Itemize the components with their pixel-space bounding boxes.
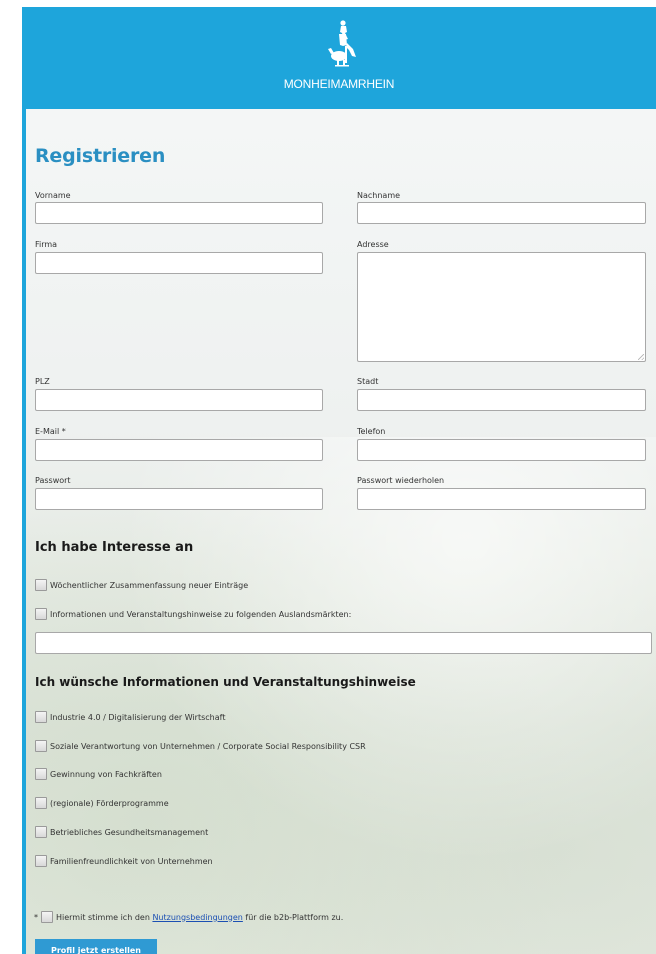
info-option-4[interactable]: Betriebliches Gesundheitsmanagement bbox=[35, 825, 208, 839]
plz-label: PLZ bbox=[35, 377, 50, 386]
stadt-label: Stadt bbox=[357, 377, 379, 386]
interest-option-0[interactable]: Wöchentlicher Zusammenfassung neuer Eint… bbox=[35, 578, 248, 592]
info-option-5[interactable]: Familienfreundlichkeit von Unternehmen bbox=[35, 854, 213, 868]
info-option-3[interactable]: (regionale) Förderprogramme bbox=[35, 796, 169, 810]
firma-field[interactable] bbox=[35, 252, 323, 274]
page-frame: MONHEIMAMRHEIN Registrieren Vorname Nach… bbox=[22, 7, 656, 954]
terms-link[interactable]: Nutzungsbedingungen bbox=[152, 913, 242, 922]
interests-heading: Ich habe Interesse an bbox=[35, 540, 194, 555]
interest-option-1[interactable]: Informationen und Veranstaltungshinweise… bbox=[35, 607, 351, 621]
checkbox[interactable] bbox=[35, 826, 47, 838]
checkbox[interactable] bbox=[35, 579, 47, 591]
plz-field[interactable] bbox=[35, 389, 323, 411]
email-label: E-Mail * bbox=[35, 427, 66, 436]
checkbox[interactable] bbox=[35, 711, 47, 723]
nachname-field[interactable] bbox=[357, 202, 646, 224]
telefon-field[interactable] bbox=[357, 439, 646, 461]
background-scenery bbox=[22, 437, 656, 954]
firma-label: Firma bbox=[35, 240, 58, 249]
vorname-field[interactable] bbox=[35, 202, 323, 224]
checkbox-label: Gewinnung von Fachkräften bbox=[50, 769, 162, 779]
stadt-field[interactable] bbox=[357, 389, 646, 411]
info-option-1[interactable]: Soziale Verantwortung von Unternehmen / … bbox=[35, 739, 366, 753]
checkbox[interactable] bbox=[35, 768, 47, 780]
info-heading: Ich wünsche Informationen und Veranstalt… bbox=[35, 675, 416, 689]
passwort-label: Passwort bbox=[35, 476, 71, 485]
checkbox-label: Betriebliches Gesundheitsmanagement bbox=[50, 827, 209, 837]
page-title: Registrieren bbox=[35, 145, 166, 167]
adresse-label: Adresse bbox=[357, 240, 389, 249]
telefon-label: Telefon bbox=[357, 427, 386, 436]
terms-text-after: für die b2b-Plattform zu. bbox=[245, 912, 344, 922]
passwort-field[interactable] bbox=[35, 488, 323, 510]
submit-button[interactable]: Profil jetzt erstellen bbox=[35, 939, 157, 954]
checkbox-label: Wöchentlicher Zusammenfassung neuer Eint… bbox=[50, 580, 249, 590]
checkbox-label: Soziale Verantwortung von Unternehmen / … bbox=[50, 741, 366, 751]
checkbox[interactable] bbox=[35, 855, 47, 867]
info-option-2[interactable]: Gewinnung von Fachkräften bbox=[35, 767, 162, 781]
adresse-wrapper bbox=[357, 252, 646, 362]
vorname-label: Vorname bbox=[35, 191, 71, 200]
info-option-0[interactable]: Industrie 4.0 / Digitalisierung der Wirt… bbox=[35, 710, 225, 724]
email-field[interactable] bbox=[35, 439, 323, 461]
checkbox-label: (regionale) Förderprogramme bbox=[50, 798, 169, 808]
passwort-wiederholen-field[interactable] bbox=[357, 488, 646, 510]
checkbox[interactable] bbox=[35, 740, 47, 752]
checkbox-label: Familienfreundlichkeit von Unternehmen bbox=[50, 856, 213, 866]
passwort-wiederholen-label: Passwort wiederholen bbox=[357, 476, 445, 485]
checkbox[interactable] bbox=[35, 608, 47, 620]
checkbox[interactable] bbox=[35, 797, 47, 809]
terms-text: Hiermit stimme ich den Nutzungsbedingung… bbox=[56, 913, 343, 922]
required-mark: * bbox=[34, 912, 38, 922]
resize-grip-icon[interactable] bbox=[638, 354, 644, 360]
checkbox-label: Industrie 4.0 / Digitalisierung der Wirt… bbox=[50, 712, 226, 722]
logo-wordmark: MONHEIMAMRHEIN bbox=[283, 77, 395, 91]
left-accent-bar bbox=[22, 109, 26, 954]
adresse-textarea[interactable] bbox=[357, 252, 646, 362]
nachname-label: Nachname bbox=[357, 191, 401, 200]
site-header: MONHEIMAMRHEIN bbox=[22, 7, 656, 109]
terms-row: * Hiermit stimme ich den Nutzungsbedingu… bbox=[34, 910, 343, 924]
terms-checkbox[interactable] bbox=[41, 911, 53, 923]
monheim-logo-icon bbox=[328, 20, 356, 67]
terms-text-before: Hiermit stimme ich den bbox=[56, 912, 150, 922]
markets-field[interactable] bbox=[35, 632, 652, 654]
checkbox-label: Informationen und Veranstaltungshinweise… bbox=[50, 609, 352, 619]
